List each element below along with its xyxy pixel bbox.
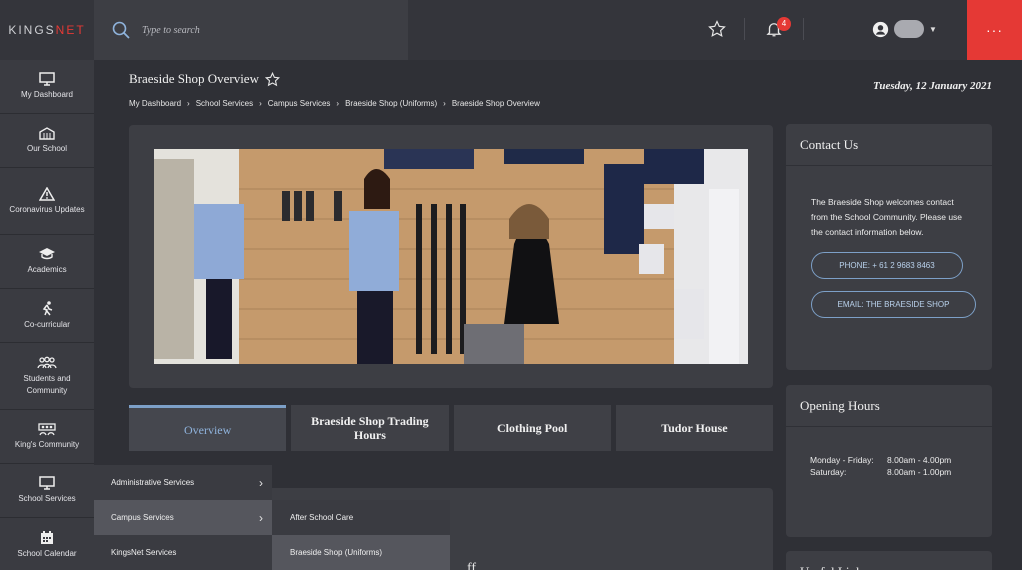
hours-time: 8.00am - 1.00pm	[887, 467, 952, 477]
breadcrumb-item[interactable]: My Dashboard	[129, 99, 181, 108]
running-icon	[42, 300, 53, 315]
sidebar-item-label: Academics	[27, 265, 67, 274]
search-bar[interactable]: Type to search	[94, 0, 408, 60]
favorite-star-icon[interactable]	[264, 71, 280, 87]
useful-links-card: Useful Links	[786, 551, 992, 570]
sidebar-item-students-and-community[interactable]: Students and Community	[0, 343, 94, 410]
current-date: Tuesday, 12 January 2021	[873, 80, 992, 92]
contact-description: The Braeside Shop welcomes contact from …	[811, 197, 963, 237]
monitor-icon	[39, 476, 55, 490]
sidebar-item-coronavirus-updates[interactable]: Coronavirus Updates	[0, 168, 94, 235]
sidebar-item-label: Our School	[26, 144, 68, 153]
menu-item-label: Campus Services	[111, 513, 174, 522]
menu-item-label: Braeside Shop (Uniforms)	[290, 548, 383, 557]
sidebar-item-school-calendar[interactable]: School Calendar	[0, 518, 94, 570]
content-partial-text: ff...	[467, 561, 487, 570]
table-row: Saturday: 8.00am - 1.00pm	[810, 466, 951, 478]
contact-card: Contact Us The Braeside Shop welcomes co…	[786, 124, 992, 370]
user-menu[interactable]: ▼	[872, 20, 937, 38]
more-menu-button[interactable]: ···	[967, 0, 1022, 60]
breadcrumb-item[interactable]: Braeside Shop (Uniforms)	[345, 99, 437, 108]
search-input[interactable]: Type to search	[142, 25, 200, 36]
user-avatar-icon	[872, 21, 889, 37]
sidebar-item-co-curricular[interactable]: Co-curricular	[0, 289, 94, 343]
sidebar-item-school-services[interactable]: School Services	[0, 464, 94, 518]
useful-links-title: Useful Links	[786, 551, 992, 570]
sidebar-item-my-dashboard[interactable]: My Dashboard	[0, 60, 94, 114]
school-services-menu: Administrative Services › Campus Services…	[94, 465, 272, 570]
warning-icon	[39, 186, 55, 201]
menu-item-after-school-care[interactable]: After School Care	[272, 500, 450, 535]
notification-count-badge: 4	[777, 17, 791, 31]
sidebar-item-label: Coronavirus Updates	[9, 204, 85, 214]
shop-photo	[154, 149, 748, 364]
shop-photo-illustration	[154, 149, 748, 364]
favorite-star-icon[interactable]	[708, 20, 726, 38]
sidebar-item-label: King's Community	[14, 440, 80, 449]
chevron-right-icon: ›	[259, 99, 262, 108]
menu-item-administrative-services[interactable]: Administrative Services ›	[94, 465, 272, 500]
opening-hours-table: Monday - Friday: 8.00am - 4.00pm Saturday…	[810, 454, 951, 478]
user-name-pill	[894, 20, 924, 38]
sidebar-item-label: My Dashboard	[20, 90, 74, 99]
calendar-icon	[41, 530, 53, 544]
tab-overview[interactable]: Overview	[129, 405, 287, 451]
sidebar-item-kings-community[interactable]: King's Community	[0, 410, 94, 464]
kingsnet-logo[interactable]: KINGS NET	[0, 0, 94, 60]
graduation-cap-icon	[39, 248, 55, 260]
menu-item-campus-services[interactable]: Campus Services ›	[94, 500, 272, 535]
hours-day: Saturday:	[810, 467, 847, 477]
page-title-text: Braeside Shop Overview	[129, 71, 259, 86]
people-icon	[37, 356, 57, 368]
breadcrumb-item-current: Braeside Shop Overview	[451, 99, 540, 108]
chevron-right-icon: ›	[187, 99, 190, 108]
logo-text-accent: NET	[55, 23, 86, 37]
sidebar-item-our-school[interactable]: Our School	[0, 114, 94, 168]
email-button[interactable]: EMAIL: THE BRAESIDE SHOP	[811, 291, 976, 318]
divider	[803, 18, 804, 40]
menu-item-label: Administrative Services	[111, 478, 195, 487]
menu-item-label: KingsNet Services	[111, 548, 177, 557]
logo-text: KINGS	[8, 23, 56, 37]
chevron-right-icon: ›	[336, 99, 340, 108]
hours-time: 8.00am - 4.00pm	[887, 455, 952, 465]
menu-item-kingsnet-services[interactable]: KingsNet Services	[94, 535, 272, 570]
chevron-down-icon: ▼	[929, 24, 937, 34]
table-row: Monday - Friday: 8.00am - 4.00pm	[810, 454, 951, 466]
chevron-right-icon: ›	[259, 475, 263, 490]
sidebar-item-label: Students and Community	[23, 373, 71, 395]
tab-trading-hours[interactable]: Braeside Shop Trading Hours	[291, 405, 449, 451]
chevron-right-icon: ›	[443, 99, 446, 108]
search-icon	[112, 21, 130, 39]
campus-services-submenu: After School Care Braeside Shop (Uniform…	[272, 500, 450, 570]
app: { "brand":{"logo_text_main":"KINGS","log…	[0, 0, 1022, 570]
school-icon	[39, 127, 55, 140]
breadcrumb: My Dashboard › School Services › Campus Se…	[129, 99, 540, 108]
monitor-icon	[39, 72, 55, 86]
sidebar-item-label: Co-curricular	[24, 319, 70, 329]
chevron-right-icon: ›	[259, 510, 263, 525]
breadcrumb-item[interactable]: Campus Services	[268, 99, 331, 108]
opening-hours-title: Opening Hours	[786, 385, 992, 427]
tab-tudor-house[interactable]: Tudor House	[615, 405, 773, 451]
phone-button[interactable]: PHONE: + 61 2 9683 8463	[811, 252, 963, 279]
contact-title: Contact Us	[786, 124, 992, 166]
divider	[744, 18, 745, 40]
menu-item-braeside-shop[interactable]: Braeside Shop (Uniforms)	[272, 535, 450, 570]
page-title: Braeside Shop Overview	[129, 71, 280, 87]
breadcrumb-item[interactable]: School Services	[196, 99, 253, 108]
sidebar-item-label: School Services	[18, 494, 76, 503]
tab-clothing-pool[interactable]: Clothing Pool	[453, 405, 611, 451]
sidebar-item-academics[interactable]: Academics	[0, 235, 94, 289]
menu-item-label: After School Care	[290, 513, 354, 522]
tab-bar: Overview Braeside Shop Trading Hours Clo…	[129, 405, 773, 451]
opening-hours-card: Opening Hours Monday - Friday: 8.00am - 4…	[786, 385, 992, 537]
sidebar-item-label: School Calendar	[17, 548, 77, 558]
group-icon	[38, 423, 56, 436]
hours-day: Monday - Friday:	[810, 455, 874, 465]
sidebar: My Dashboard Our School Coronavirus Upda…	[0, 60, 94, 570]
hero-card	[129, 125, 773, 388]
